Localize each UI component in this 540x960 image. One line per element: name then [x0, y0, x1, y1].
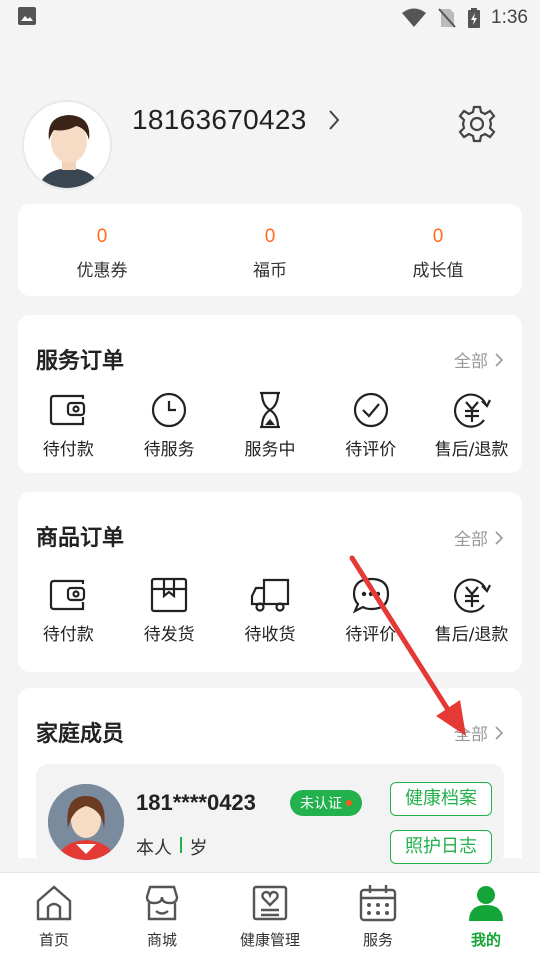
home-icon — [36, 885, 72, 921]
chat-bubble-icon — [352, 577, 389, 614]
order-status-label: 售后/退款 — [434, 440, 509, 460]
member-age: 岁 — [189, 838, 208, 859]
view-all-label: 全部 — [454, 530, 488, 550]
nav-label: 我的 — [470, 931, 501, 949]
refund-icon — [453, 393, 491, 428]
stat-growth[interactable]: 0 成长值 — [354, 204, 522, 296]
section-title: 家庭成员 — [36, 722, 125, 747]
status-bar: 1:36 — [0, 0, 540, 36]
nav-health-management[interactable]: 健康管理 — [216, 873, 324, 960]
view-all-label: 全部 — [454, 725, 488, 745]
service-orders-card: 服务订单 全部 待付款 待服务 服务中 待评价 售后/退款 — [18, 315, 522, 473]
section-title: 商品订单 — [36, 526, 125, 551]
user-phone[interactable]: 18163670423 — [132, 104, 307, 136]
view-all-family[interactable]: 全部 — [454, 720, 504, 745]
nav-mine[interactable]: 我的 — [432, 873, 540, 960]
chevron-right-icon — [495, 725, 504, 740]
refund-icon — [453, 578, 491, 613]
order-status-label: 待评价 — [345, 625, 397, 645]
wallet-icon — [50, 579, 86, 611]
service-in-progress[interactable]: 服务中 — [220, 391, 320, 460]
stat-fubi[interactable]: 0 福币 — [186, 204, 354, 296]
view-all-goods-orders[interactable]: 全部 — [454, 525, 504, 550]
stat-label: 成长值 — [412, 261, 464, 281]
unverified-badge[interactable]: 未认证 — [290, 790, 362, 816]
service-pending-payment[interactable]: 待付款 — [18, 391, 118, 460]
battery-charging-icon — [468, 8, 481, 28]
goods-pending-shipment[interactable]: 待发货 — [119, 576, 219, 645]
user-avatar[interactable] — [22, 100, 112, 190]
stat-value: 0 — [264, 226, 276, 247]
goods-orders-card: 商品订单 全部 待付款 待发货 待收货 待评价 售后/退款 — [18, 492, 522, 672]
health-record-icon — [252, 885, 288, 921]
chevron-right-icon[interactable] — [326, 108, 342, 132]
service-after-sales[interactable]: 售后/退款 — [422, 391, 522, 460]
family-member-card[interactable]: 181****0423 未认证 健康档案 照护日志 本人 岁 — [36, 764, 504, 864]
goods-pending-receipt[interactable]: 待收货 — [220, 576, 320, 645]
check-circle-icon — [353, 392, 388, 428]
member-phone: 181****0423 — [136, 790, 256, 815]
goods-after-sales[interactable]: 售后/退款 — [422, 576, 522, 645]
nav-service[interactable]: 服务 — [324, 873, 432, 960]
goods-pending-review[interactable]: 待评价 — [321, 576, 421, 645]
stat-coupons[interactable]: 0 优惠券 — [18, 204, 186, 296]
nav-label: 商城 — [146, 931, 177, 949]
nav-label: 首页 — [38, 931, 69, 949]
goods-pending-payment[interactable]: 待付款 — [18, 576, 118, 645]
stat-label: 福币 — [253, 261, 287, 281]
health-record-button[interactable]: 健康档案 — [390, 782, 492, 816]
service-pending-service[interactable]: 待服务 — [119, 391, 219, 460]
nav-label: 健康管理 — [239, 931, 300, 949]
order-status-label: 待发货 — [143, 625, 195, 645]
care-log-button[interactable]: 照护日志 — [390, 830, 492, 864]
truck-icon — [250, 578, 290, 612]
chevron-right-icon — [495, 530, 504, 545]
member-relation: 本人 — [136, 838, 172, 859]
nav-label: 服务 — [362, 931, 393, 949]
order-status-label: 待付款 — [42, 440, 94, 460]
order-status-label: 待服务 — [143, 440, 195, 460]
order-status-label: 待评价 — [345, 440, 397, 460]
bottom-nav: 首页 商城 健康管理 服务 我的 — [0, 872, 540, 960]
nav-home[interactable]: 首页 — [0, 873, 108, 960]
divider — [180, 837, 182, 853]
order-status-label: 服务中 — [244, 440, 296, 460]
stat-value: 0 — [96, 226, 108, 247]
order-status-label: 售后/退款 — [434, 625, 509, 645]
badge-dot — [346, 800, 352, 806]
stats-card: 0 优惠券 0 福币 0 成长值 — [18, 204, 522, 296]
settings-gear-icon[interactable] — [457, 104, 497, 144]
nav-shop[interactable]: 商城 — [108, 873, 216, 960]
view-all-service-orders[interactable]: 全部 — [454, 347, 504, 372]
hourglass-icon — [259, 391, 280, 429]
order-status-label: 待收货 — [244, 625, 296, 645]
service-pending-review[interactable]: 待评价 — [321, 391, 421, 460]
wifi-icon — [402, 8, 427, 27]
member-avatar — [48, 784, 124, 860]
status-time: 1:36 — [491, 7, 528, 28]
section-title: 服务订单 — [36, 349, 125, 374]
calendar-icon — [359, 885, 397, 922]
box-icon — [151, 577, 188, 613]
badge-label: 未认证 — [300, 796, 342, 812]
member-meta: 本人 岁 — [136, 834, 208, 860]
no-sim-icon — [438, 8, 456, 28]
chevron-right-icon — [495, 352, 504, 367]
wallet-icon — [50, 394, 86, 426]
order-status-label: 待付款 — [42, 625, 94, 645]
clock-icon — [152, 392, 187, 428]
profile-header: 18163670423 — [0, 96, 540, 192]
person-icon — [469, 886, 503, 921]
stat-value: 0 — [432, 226, 444, 247]
stat-label: 优惠券 — [76, 261, 128, 281]
image-notification-icon — [18, 7, 36, 25]
view-all-label: 全部 — [454, 352, 488, 372]
shop-icon — [145, 885, 179, 921]
